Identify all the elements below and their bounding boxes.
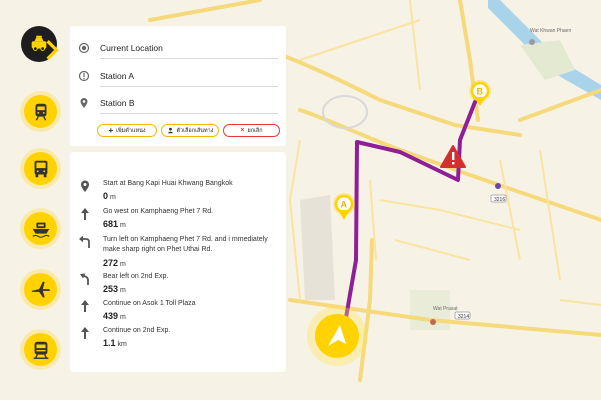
route-number: 3216 bbox=[494, 197, 505, 203]
info-icon bbox=[78, 70, 90, 82]
poi-label: Wat Khwan Phaen bbox=[530, 28, 571, 34]
pin-icon bbox=[80, 98, 88, 108]
plus-icon: + bbox=[108, 125, 114, 135]
route-number: 3214 bbox=[458, 314, 469, 320]
close-icon: × bbox=[240, 126, 245, 134]
metro-icon bbox=[33, 341, 48, 359]
directions-panel: Start at Bang Kapi Huai Khwang Bangkok 0… bbox=[70, 152, 286, 372]
station-b-input[interactable] bbox=[100, 93, 278, 114]
step-distance: 439 m bbox=[103, 311, 126, 321]
bus-icon bbox=[34, 160, 47, 177]
bear-left-icon bbox=[80, 273, 89, 285]
cancel-button[interactable]: × ยกเลิก bbox=[223, 124, 280, 137]
step-instruction: Start at Bang Kapi Huai Khwang Bangkok bbox=[103, 180, 233, 187]
step-instruction: Continue on Asok 1 Toll Plaza bbox=[103, 300, 196, 307]
current-location-row bbox=[78, 38, 278, 60]
step-distance: 0 m bbox=[103, 191, 116, 201]
step-instruction: Go west on Kamphaeng Phet 7 Rd. bbox=[103, 208, 214, 215]
train-icon bbox=[35, 103, 46, 121]
step-instruction: Continue on 2nd Exp. bbox=[103, 327, 171, 334]
station-a-row bbox=[78, 66, 278, 88]
boat-icon bbox=[31, 222, 50, 238]
options-icon bbox=[167, 127, 173, 134]
chevron-right-icon bbox=[46, 40, 59, 60]
mode-bus-button[interactable] bbox=[24, 152, 57, 185]
mode-metro-button[interactable] bbox=[24, 333, 57, 366]
step-distance: 681 m bbox=[103, 219, 126, 229]
step-instruction: Turn left on Kamphaeng Phet 7 Rd. and i … bbox=[103, 236, 268, 253]
turn-left-icon bbox=[79, 235, 90, 248]
route-search-panel: + เพิ่มตำแหน่ง ตัวเลือกเส้นทาง × ยกเลิก bbox=[70, 26, 286, 146]
step-instruction: Bear left on 2nd Exp. bbox=[103, 273, 169, 280]
step-distance: 272 m bbox=[103, 258, 126, 268]
cancel-label: ยกเลิก bbox=[247, 127, 263, 134]
current-position-marker[interactable] bbox=[307, 306, 367, 366]
airplane-icon bbox=[31, 281, 50, 297]
poi-label: Wat Prasat bbox=[433, 306, 458, 312]
mode-boat-button[interactable] bbox=[24, 212, 57, 245]
current-location-input[interactable] bbox=[100, 38, 278, 59]
mode-taxi-button[interactable] bbox=[21, 26, 59, 62]
station-a-input[interactable] bbox=[100, 66, 278, 87]
svg-text:B: B bbox=[477, 87, 484, 97]
add-stop-label: เพิ่มตำแหน่ง bbox=[116, 127, 146, 134]
pin-icon bbox=[81, 180, 89, 192]
mode-airplane-button[interactable] bbox=[24, 273, 57, 306]
mode-train-button[interactable] bbox=[24, 95, 57, 128]
temple-poi-icon[interactable] bbox=[430, 319, 436, 325]
station-block bbox=[300, 195, 335, 300]
svg-text:A: A bbox=[341, 200, 348, 210]
step-distance: 1.1 km bbox=[103, 338, 127, 348]
fuel-poi-icon[interactable] bbox=[495, 183, 501, 189]
current-location-icon bbox=[78, 42, 90, 54]
arrow-up-icon bbox=[81, 300, 89, 312]
route-options-button[interactable]: ตัวเลือกเส้นทาง bbox=[161, 124, 219, 137]
poi-icon[interactable] bbox=[529, 39, 535, 45]
route-options-label: ตัวเลือกเส้นทาง bbox=[176, 127, 214, 134]
arrow-up-icon bbox=[81, 208, 89, 220]
station-b-row bbox=[78, 93, 278, 115]
arrow-up-icon bbox=[81, 327, 89, 339]
add-stop-button[interactable]: + เพิ่มตำแหน่ง bbox=[97, 124, 157, 137]
step-distance: 253 m bbox=[103, 284, 126, 294]
